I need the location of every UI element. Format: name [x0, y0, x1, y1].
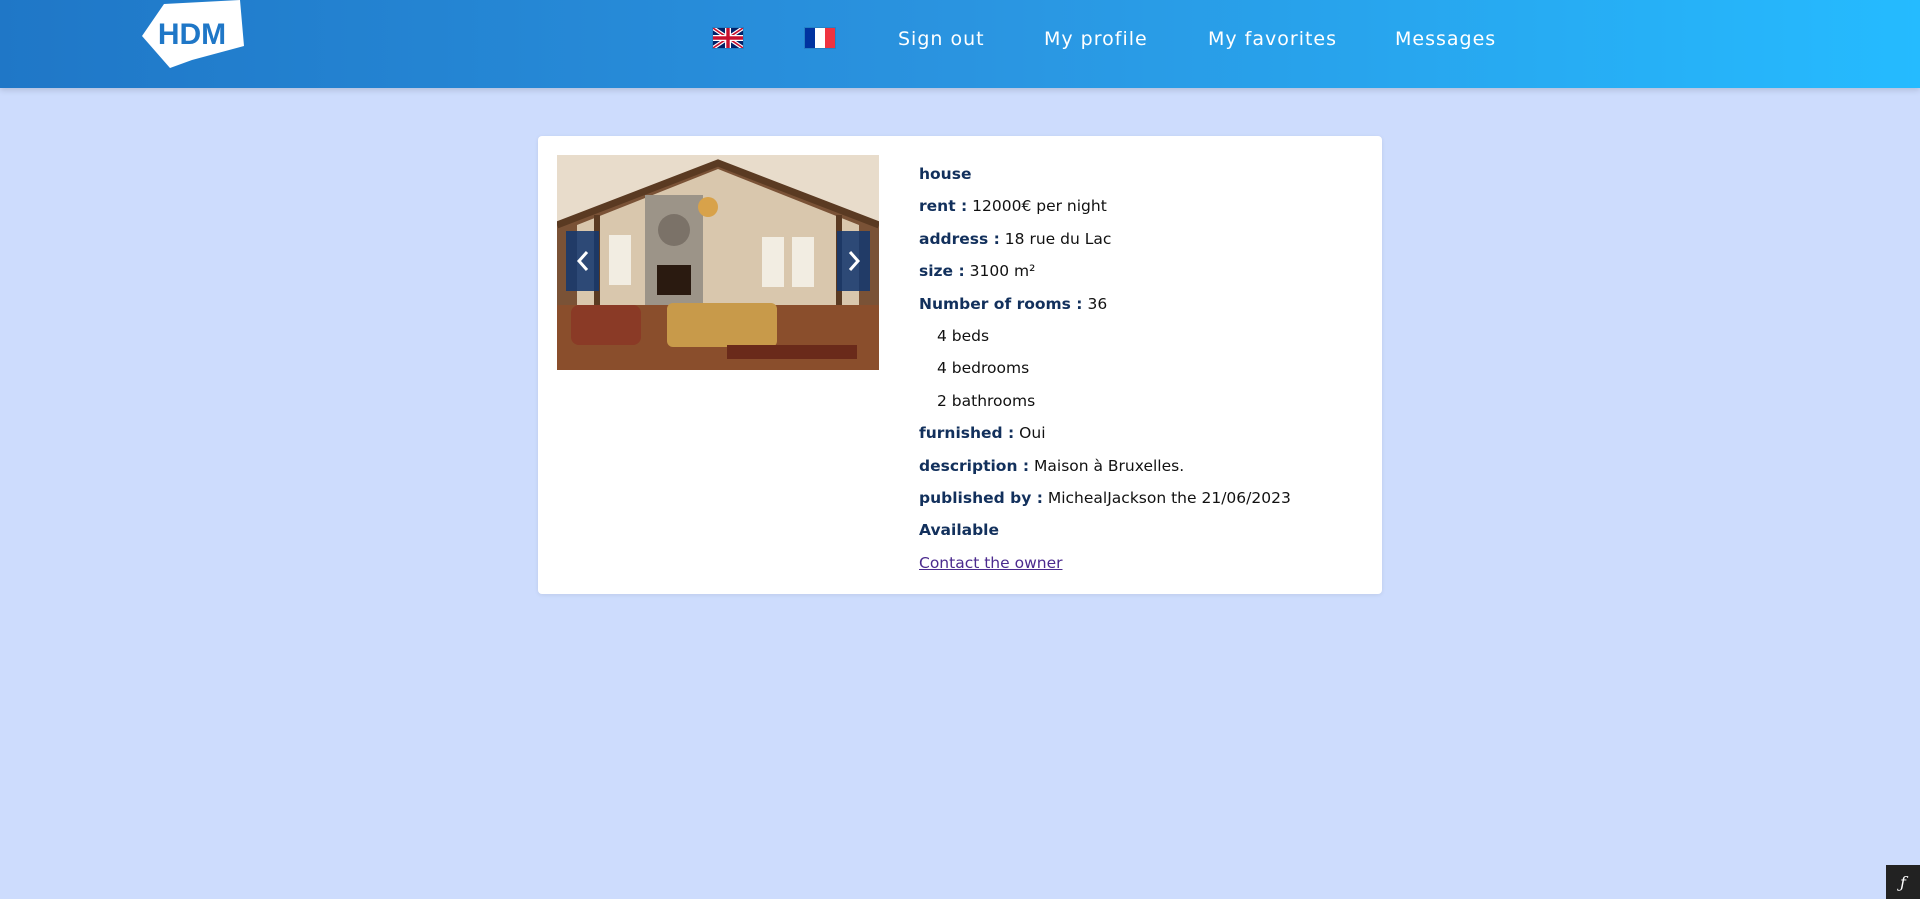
description-label: description :	[919, 456, 1030, 475]
published-label: published by :	[919, 488, 1043, 507]
rent-label: rent :	[919, 197, 968, 216]
carousel-next-button[interactable]	[837, 231, 870, 291]
address-label: address :	[919, 229, 1000, 248]
address-value: 18 rue du Lac	[1004, 229, 1112, 248]
listing-card: house rent : 12000€ per night address : …	[538, 136, 1382, 594]
top-navbar: HDM Sign out My profile My favorites Mes…	[0, 0, 1920, 88]
rent-value: 12000€ per night	[972, 197, 1107, 216]
rooms-label: Number of rooms :	[919, 294, 1083, 313]
size-label: size :	[919, 262, 965, 281]
published-value: MichealJackson the 21/06/2023	[1047, 488, 1291, 507]
furnished-row: furnished : Oui	[919, 423, 1359, 455]
size-value: 3100 m²	[969, 262, 1036, 281]
contact-row: Contact the owner	[919, 553, 1359, 585]
hdm-logo[interactable]: HDM	[142, 0, 244, 68]
chevron-right-icon	[848, 251, 860, 271]
uk-flag-icon[interactable]	[713, 28, 743, 48]
rooms-row: Number of rooms : 36	[919, 294, 1359, 326]
address-row: address : 18 rue du Lac	[919, 229, 1359, 261]
property-type: house	[919, 165, 972, 183]
logo-text: HDM	[158, 18, 226, 51]
furnished-label: furnished :	[919, 424, 1015, 443]
chevron-left-icon	[576, 251, 588, 271]
furnished-value: Oui	[1019, 424, 1046, 443]
rooms-value: 36	[1087, 294, 1108, 313]
france-flag-icon[interactable]	[805, 28, 835, 48]
nav-sign-out-link[interactable]: Sign out	[898, 28, 985, 50]
nav-my-favorites-link[interactable]: My favorites	[1208, 28, 1337, 50]
symfony-icon[interactable]: ƒ	[1886, 865, 1920, 899]
bathrooms-row: 2 bathrooms	[937, 391, 1036, 410]
rent-row: rent : 12000€ per night	[919, 196, 1359, 228]
availability-status: Available	[919, 521, 1000, 540]
description-value: Maison à Bruxelles.	[1034, 456, 1185, 475]
carousel-prev-button[interactable]	[566, 231, 599, 291]
nav-my-profile-link[interactable]: My profile	[1044, 28, 1148, 50]
beds-row: 4 beds	[937, 326, 990, 345]
published-row: published by : MichealJackson the 21/06/…	[919, 488, 1359, 520]
contact-owner-link[interactable]: Contact the owner	[919, 554, 1063, 572]
listing-details: house rent : 12000€ per night address : …	[919, 164, 1359, 585]
bedrooms-row: 4 bedrooms	[937, 359, 1030, 378]
size-row: size : 3100 m²	[919, 261, 1359, 293]
availability-row: Available	[919, 520, 1359, 552]
description-row: description : Maison à Bruxelles.	[919, 456, 1359, 488]
nav-messages-link[interactable]: Messages	[1395, 28, 1496, 50]
photo-carousel[interactable]	[557, 155, 879, 370]
listing-photo	[557, 155, 879, 370]
property-type-row: house	[919, 164, 1359, 196]
